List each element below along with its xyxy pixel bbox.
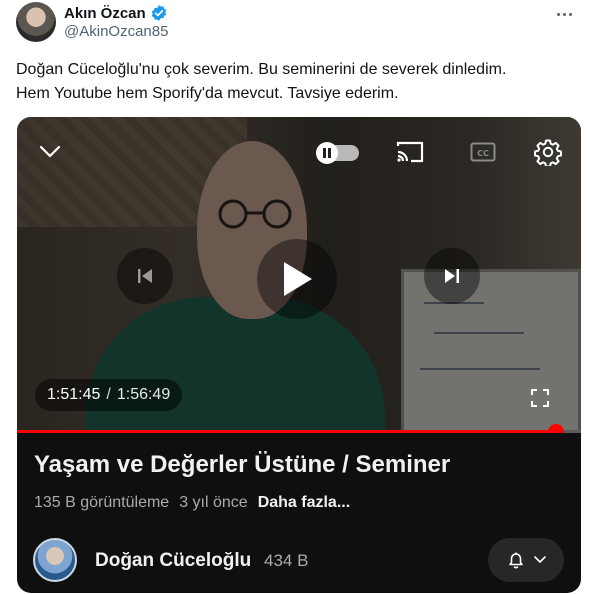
next-icon[interactable] <box>424 248 480 304</box>
view-count: 135 B görüntüleme <box>34 494 170 511</box>
previous-icon[interactable] <box>117 248 173 304</box>
youtube-embed-card[interactable]: CC 1:51:45 / 1:56:49 Yaşam ve Değerler Ü… <box>17 117 581 593</box>
pause-icon[interactable] <box>313 139 363 167</box>
cast-icon[interactable] <box>395 139 425 165</box>
settings-gear-icon[interactable] <box>533 137 563 167</box>
tweet-text: Doğan Cüceloğlu'nu çok severim. Bu semin… <box>16 58 576 106</box>
bell-icon <box>509 552 523 569</box>
verified-icon <box>151 5 166 21</box>
notification-button[interactable] <box>488 538 564 582</box>
author-display-name[interactable]: Akın Özcan <box>64 5 146 22</box>
video-meta: 135 B görüntüleme 3 yıl önce Daha fazla.… <box>34 494 350 512</box>
author-avatar[interactable] <box>16 2 56 42</box>
current-time: 1:51:45 <box>47 386 101 403</box>
chevron-down-icon[interactable] <box>37 139 63 165</box>
play-icon[interactable] <box>257 239 337 319</box>
progress-fill <box>17 430 557 433</box>
time-display: 1:51:45 / 1:56:49 <box>35 379 183 411</box>
svg-text:CC: CC <box>477 149 489 158</box>
channel-name[interactable]: Doğan Cüceloğlu <box>95 550 251 572</box>
captions-icon[interactable]: CC <box>469 139 497 165</box>
video-player[interactable]: CC 1:51:45 / 1:56:49 <box>17 117 581 433</box>
more-description-link[interactable]: Daha fazla... <box>258 494 350 512</box>
duration: 1:56:49 <box>116 386 171 403</box>
channel-avatar[interactable] <box>33 538 77 582</box>
tweet-text-line-1: Doğan Cüceloğlu'nu çok severim. Bu semin… <box>16 61 507 78</box>
more-icon[interactable] <box>550 4 578 24</box>
time-separator: / <box>106 386 111 403</box>
fullscreen-icon[interactable] <box>527 385 553 411</box>
chevron-down-icon <box>534 556 546 564</box>
video-title[interactable]: Yaşam ve Değerler Üstüne / Seminer <box>34 451 450 479</box>
tweet-text-line-2: Hem Youtube hem Sporify'da mevcut. Tavsi… <box>16 85 399 102</box>
author-handle[interactable]: @AkinOzcan85 <box>64 23 168 40</box>
subscriber-count: 434 B <box>264 551 309 570</box>
upload-age: 3 yıl önce <box>179 494 248 511</box>
author-name-row: Akın Özcan <box>64 4 168 22</box>
